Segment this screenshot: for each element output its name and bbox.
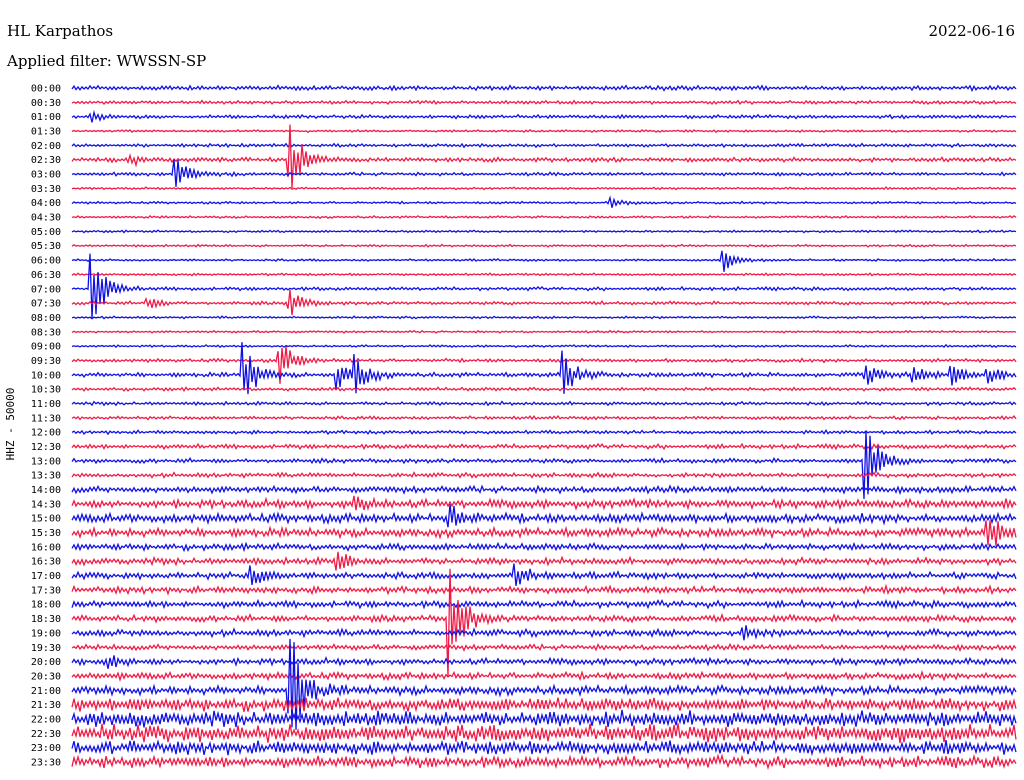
- row-label: 11:00: [31, 399, 61, 410]
- trace-row: [71, 343, 1017, 349]
- trace-row: [71, 655, 1017, 669]
- row-label: 05:30: [31, 241, 61, 252]
- row-label: 03:30: [31, 184, 61, 195]
- row-label: 19:30: [31, 643, 61, 654]
- trace-row: [71, 84, 1017, 93]
- trace-row: [71, 346, 1017, 384]
- trace-row: [71, 99, 1017, 106]
- row-label: 00:00: [31, 84, 61, 95]
- row-label: 07:30: [31, 299, 61, 310]
- trace-row: [71, 128, 1017, 134]
- row-label: 12:00: [31, 428, 61, 439]
- row-label: 04:30: [31, 213, 61, 224]
- row-label: 16:30: [31, 557, 61, 568]
- trace-row: [71, 414, 1017, 421]
- row-label: 17:30: [31, 585, 61, 596]
- row-label: 00:30: [31, 98, 61, 109]
- row-label: 08:00: [31, 313, 61, 324]
- row-label: 10:00: [31, 370, 61, 381]
- trace-row: [71, 142, 1017, 149]
- trace-row: [71, 696, 1017, 713]
- row-label: 09:30: [31, 356, 61, 367]
- trace-row: [71, 642, 1017, 653]
- trace-row: [71, 551, 1017, 571]
- row-label: 02:00: [31, 141, 61, 152]
- row-label: 13:30: [31, 471, 61, 482]
- trace-row: [71, 442, 1017, 451]
- trace-row: [71, 739, 1017, 757]
- trace-row: [71, 670, 1017, 683]
- row-label: 15:30: [31, 528, 61, 539]
- row-label: 19:00: [31, 628, 61, 639]
- trace-row: [71, 541, 1017, 553]
- trace-row: [71, 625, 1017, 641]
- row-label: 14:30: [31, 499, 61, 510]
- trace-row: [71, 495, 1017, 511]
- trace-row: [71, 329, 1017, 334]
- trace-row: [71, 109, 1017, 123]
- y-axis-label: HHZ - 50000: [4, 388, 17, 461]
- row-label: 14:00: [31, 485, 61, 496]
- trace-row: [71, 272, 1017, 277]
- row-label: 16:00: [31, 542, 61, 553]
- row-label: 23:30: [31, 758, 61, 769]
- row-label: 06:00: [31, 256, 61, 267]
- row-label: 21:30: [31, 700, 61, 711]
- trace-row: [71, 471, 1017, 479]
- trace-row: [71, 342, 1017, 395]
- trace-row: [71, 520, 1017, 546]
- trace-row: [71, 215, 1017, 220]
- trace-row: [71, 124, 1017, 189]
- trace-row: [71, 709, 1017, 728]
- trace-row: [71, 243, 1017, 248]
- trace-row: [71, 723, 1017, 744]
- row-label: 13:00: [31, 456, 61, 467]
- row-label: 06:30: [31, 270, 61, 281]
- row-label: 01:00: [31, 112, 61, 123]
- trace-row: [71, 186, 1017, 191]
- row-label: 05:00: [31, 227, 61, 238]
- trace-row: [71, 598, 1017, 610]
- row-label: 18:00: [31, 600, 61, 611]
- trace-row: [71, 159, 1017, 187]
- row-label: 20:00: [31, 657, 61, 668]
- row-label: 01:30: [31, 127, 61, 138]
- row-label: 03:00: [31, 170, 61, 181]
- trace-row: [71, 195, 1017, 208]
- trace-row: [71, 753, 1017, 771]
- trace-row: [71, 484, 1017, 496]
- row-label: 04:00: [31, 198, 61, 209]
- row-label: 10:30: [31, 385, 61, 396]
- trace-row: [71, 429, 1017, 436]
- trace-row: [71, 563, 1017, 586]
- trace-row: [71, 400, 1017, 407]
- row-label: 20:30: [31, 671, 61, 682]
- seismogram-plot: 00:00 00:30 01:00 01:30 02:00 02:30 03:00 03:30…: [4, 84, 1017, 771]
- trace-row: [71, 289, 1017, 316]
- trace-row: [71, 315, 1017, 320]
- trace-row: [71, 583, 1017, 596]
- trace-row: [71, 253, 1017, 319]
- row-label: 22:00: [31, 715, 61, 726]
- trace-row: [71, 250, 1017, 272]
- row-label: 22:30: [31, 729, 61, 740]
- row-label: 21:00: [31, 686, 61, 697]
- row-label: 17:00: [31, 571, 61, 582]
- row-label: 08:30: [31, 327, 61, 338]
- row-label: 23:00: [31, 743, 61, 754]
- row-label: 11:30: [31, 413, 61, 424]
- row-label: 18:30: [31, 614, 61, 625]
- trace-row: [71, 229, 1017, 234]
- row-labels: 00:00 00:30 01:00 01:30 02:00 02:30 03:00 03:30…: [31, 84, 61, 769]
- row-label: 12:30: [31, 442, 61, 453]
- row-label: 15:00: [31, 514, 61, 525]
- row-label: 09:00: [31, 342, 61, 353]
- traces: [71, 84, 1017, 771]
- row-label: 07:00: [31, 284, 61, 295]
- row-label: 02:30: [31, 155, 61, 166]
- trace-row: [71, 386, 1017, 393]
